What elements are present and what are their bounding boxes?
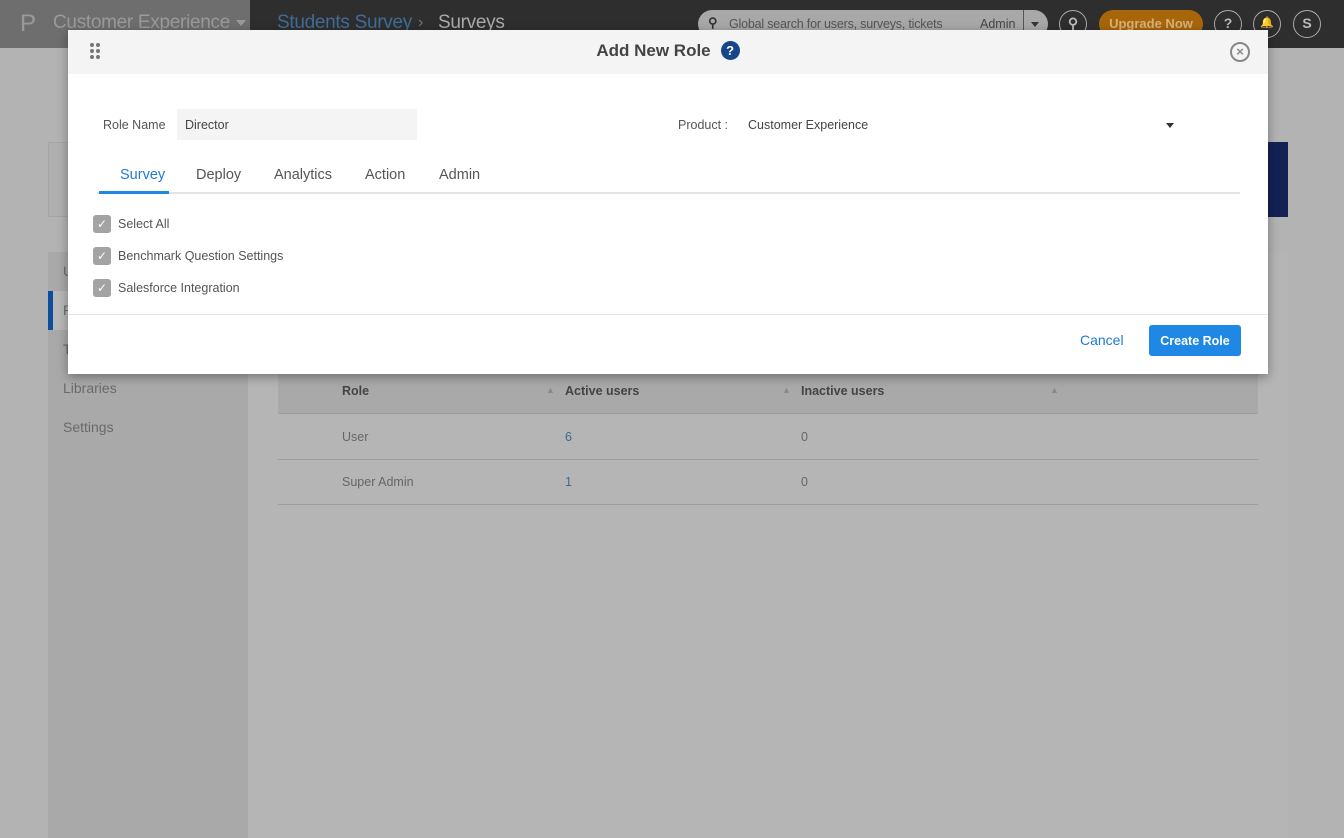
check-icon: ✓	[96, 217, 108, 231]
search-scope[interactable]: Admin	[980, 17, 1015, 31]
permission-tabs	[97, 163, 1240, 194]
header-card-accent	[1268, 142, 1288, 217]
tab-admin[interactable]: Admin	[439, 167, 480, 183]
search-icon: ⚲	[708, 15, 718, 30]
footer-divider	[68, 314, 1268, 315]
cell-active[interactable]: 1	[565, 475, 572, 489]
tab-survey[interactable]: Survey	[120, 167, 165, 183]
sort-icon[interactable]: ▲︎	[546, 385, 555, 395]
tab-analytics[interactable]: Analytics	[274, 167, 332, 183]
sort-icon[interactable]: ▲︎	[1050, 385, 1059, 395]
table-row[interactable]	[278, 460, 1258, 505]
cell-role: User	[342, 430, 369, 444]
chevron-down-icon	[236, 19, 246, 26]
salesforce-integration-label[interactable]: Salesforce Integration	[118, 281, 240, 295]
cell-active[interactable]: 6	[565, 430, 572, 444]
column-active-users[interactable]: Active users	[565, 384, 639, 398]
bell-icon: 🔔	[1260, 17, 1274, 29]
check-icon: ✓	[96, 281, 108, 295]
avatar-initial: S	[1302, 15, 1312, 31]
sidebar-item-libraries[interactable]: Libraries	[63, 380, 117, 396]
table-header	[278, 367, 1258, 414]
product-select[interactable]: Customer Experience	[748, 118, 868, 132]
tab-deploy[interactable]: Deploy	[196, 167, 241, 183]
help-icon[interactable]: ?	[720, 41, 740, 60]
benchmark-question-settings-checkbox[interactable]: ✓	[93, 247, 111, 265]
benchmark-question-settings-label[interactable]: Benchmark Question Settings	[118, 249, 283, 263]
select-all-label[interactable]: Select All	[118, 217, 169, 231]
salesforce-integration-checkbox[interactable]: ✓	[93, 279, 111, 297]
sidebar-active-indicator	[48, 291, 53, 330]
search-input[interactable]: Global search for users, surveys, ticket…	[729, 17, 943, 31]
chevron-down-icon[interactable]	[1031, 22, 1039, 27]
add-new-role-dialog: Add New Role? × Role Name Product : Cust…	[68, 30, 1268, 374]
close-icon[interactable]: ×	[1230, 42, 1250, 62]
column-inactive-users[interactable]: Inactive users	[801, 384, 884, 398]
check-icon: ✓	[96, 249, 108, 263]
role-name-input[interactable]	[177, 109, 417, 140]
help-icon: ?	[1223, 15, 1233, 31]
dialog-title-text: Add New Role	[596, 41, 711, 60]
avatar[interactable]: S	[1293, 10, 1321, 38]
active-tab-indicator	[99, 191, 169, 194]
cell-role: Super Admin	[342, 475, 414, 489]
product-label: Product :	[678, 118, 729, 132]
column-role[interactable]: Role	[342, 384, 369, 398]
create-role-button[interactable]: Create Role	[1149, 325, 1241, 356]
cell-inactive: 0	[801, 475, 808, 489]
logo-icon: P	[20, 10, 37, 37]
select-all-checkbox[interactable]: ✓	[93, 215, 111, 233]
tab-action[interactable]: Action	[365, 167, 405, 183]
chevron-down-icon[interactable]	[1166, 123, 1174, 128]
dialog-title: Add New Role?	[68, 41, 1268, 61]
sort-icon[interactable]: ▲︎	[782, 385, 791, 395]
cancel-button[interactable]: Cancel	[1080, 332, 1124, 348]
cell-inactive: 0	[801, 430, 808, 444]
search-icon: ⚲	[1067, 15, 1079, 31]
sidebar-item-settings[interactable]: Settings	[63, 419, 114, 435]
table-row[interactable]	[278, 415, 1258, 460]
role-name-label: Role Name	[103, 118, 166, 132]
